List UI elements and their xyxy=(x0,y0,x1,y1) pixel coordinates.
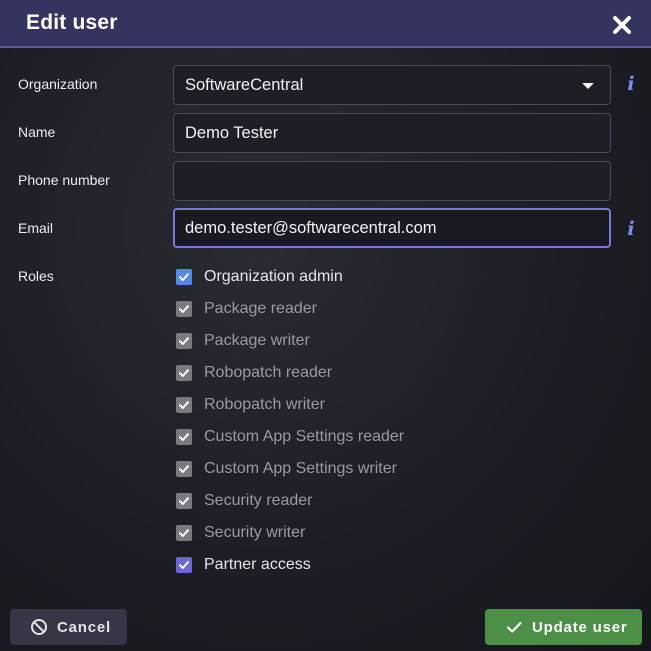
role-label: Custom App Settings writer xyxy=(204,460,397,477)
role-checkbox[interactable] xyxy=(176,557,192,573)
role-checkbox[interactable] xyxy=(176,397,192,413)
role-option[interactable]: Robopatch writer xyxy=(176,395,325,415)
role-checkbox[interactable] xyxy=(176,269,192,285)
email-field[interactable] xyxy=(173,208,611,248)
role-option[interactable]: Custom App Settings writer xyxy=(176,459,397,479)
role-checkbox[interactable] xyxy=(176,493,192,509)
name-field[interactable] xyxy=(173,113,611,153)
edit-user-dialog: Edit user Organization SoftwareCentral i… xyxy=(0,0,651,651)
role-checkbox[interactable] xyxy=(176,365,192,381)
role-label: Organization admin xyxy=(204,268,343,285)
caret-down-icon xyxy=(582,83,594,89)
role-label: Security writer xyxy=(204,524,306,541)
role-option[interactable]: Custom App Settings reader xyxy=(176,427,404,447)
organization-value: SoftwareCentral xyxy=(185,76,304,94)
name-label: Name xyxy=(18,124,56,140)
phone-field[interactable] xyxy=(173,161,611,201)
role-option[interactable]: Package reader xyxy=(176,299,317,319)
role-option[interactable]: Security reader xyxy=(176,491,313,511)
phone-label: Phone number xyxy=(18,172,110,188)
update-user-button[interactable]: Update user xyxy=(485,609,642,645)
role-checkbox[interactable] xyxy=(176,461,192,477)
cancel-icon xyxy=(31,619,47,635)
role-option[interactable]: Security writer xyxy=(176,523,305,543)
role-option[interactable]: Robopatch reader xyxy=(176,363,332,383)
role-option[interactable]: Partner access xyxy=(176,555,311,575)
update-user-button-label: Update user xyxy=(532,618,628,636)
dialog-title: Edit user xyxy=(26,11,118,34)
role-option[interactable]: Package writer xyxy=(176,331,310,351)
roles-label: Roles xyxy=(18,268,54,284)
organization-info-icon[interactable]: i xyxy=(624,73,638,95)
role-checkbox[interactable] xyxy=(176,429,192,445)
organization-label: Organization xyxy=(18,76,98,92)
role-label: Robopatch reader xyxy=(204,364,333,381)
role-label: Robopatch writer xyxy=(204,396,325,413)
role-label: Custom App Settings reader xyxy=(204,428,405,445)
role-checkbox[interactable] xyxy=(176,333,192,349)
check-icon xyxy=(506,621,522,633)
role-option[interactable]: Organization admin xyxy=(176,267,343,287)
cancel-button-label: Cancel xyxy=(57,618,111,636)
role-label: Security reader xyxy=(204,492,313,509)
organization-select[interactable]: SoftwareCentral xyxy=(173,65,611,105)
close-icon[interactable] xyxy=(608,11,636,39)
cancel-button[interactable]: Cancel xyxy=(10,609,127,645)
role-label: Partner access xyxy=(204,556,311,573)
dialog-header: Edit user xyxy=(0,0,651,48)
email-label: Email xyxy=(18,220,54,236)
email-info-icon[interactable]: i xyxy=(624,218,638,240)
role-checkbox[interactable] xyxy=(176,301,192,317)
role-label: Package writer xyxy=(204,332,310,349)
role-label: Package reader xyxy=(204,300,317,317)
role-checkbox[interactable] xyxy=(176,525,192,541)
